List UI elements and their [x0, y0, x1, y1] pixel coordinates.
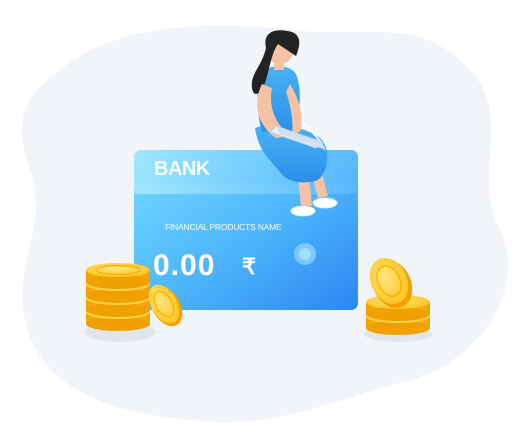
- rupee-currency-symbol: ₹: [242, 254, 256, 279]
- empty-bank-illustration: BANK FINANCIAL PRODUCTS NAME 0.00 ₹: [0, 0, 518, 446]
- financial-product-name: FINANCIAL PRODUCTS NAME: [165, 222, 282, 232]
- bank-label: BANK: [154, 158, 210, 180]
- balance-amount: 0.00: [153, 249, 216, 282]
